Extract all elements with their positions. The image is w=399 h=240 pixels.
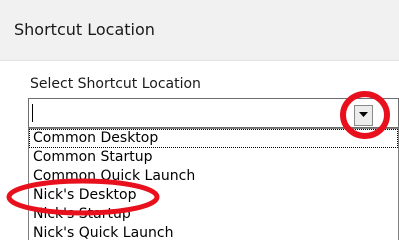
chevron-down-icon [359, 112, 368, 117]
dropdown-button[interactable] [354, 105, 373, 126]
section-header: Shortcut Location [0, 0, 399, 61]
option-common-quick-launch[interactable]: Common Quick Launch [29, 167, 398, 186]
dropdown-list[interactable]: Common Desktop Common Startup Common Qui… [28, 128, 399, 240]
shortcut-location-combobox[interactable] [28, 98, 399, 128]
shortcut-location-label: Select Shortcut Location [30, 76, 201, 92]
text-caret [32, 104, 33, 122]
option-nicks-startup[interactable]: Nick's Startup [29, 205, 398, 224]
option-nicks-desktop[interactable]: Nick's Desktop [29, 186, 398, 205]
option-common-desktop[interactable]: Common Desktop [29, 129, 398, 148]
option-common-startup[interactable]: Common Startup [29, 148, 398, 167]
option-nicks-quick-launch[interactable]: Nick's Quick Launch [29, 224, 398, 240]
section-title: Shortcut Location [14, 20, 155, 39]
